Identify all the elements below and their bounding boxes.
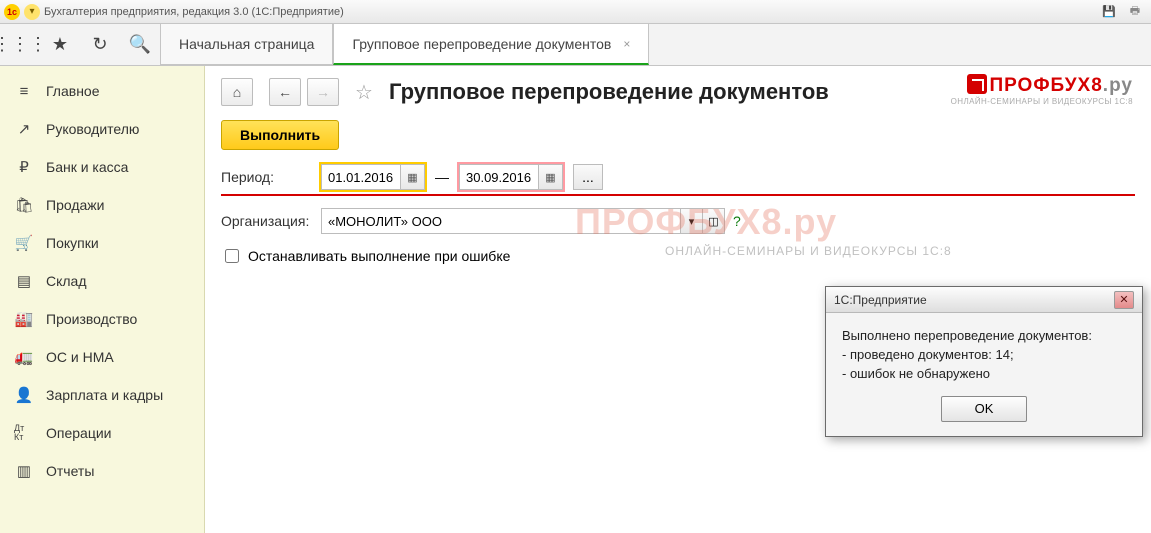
factory-icon: 🏭	[14, 310, 34, 328]
person-icon: 👤	[14, 386, 34, 404]
report-icon: ▥	[14, 462, 34, 480]
window-titlebar: 1c ▾ Бухгалтерия предприятия, редакция 3…	[0, 0, 1151, 24]
forward-button[interactable]: →	[307, 78, 339, 106]
organization-input[interactable]	[321, 208, 681, 234]
back-button[interactable]: ←	[269, 78, 301, 106]
logo-subtitle: ОНЛАЙН-СЕМИНАРЫ И ВИДЕОКУРСЫ 1С:8	[951, 97, 1133, 106]
sidebar-item-label: Покупки	[46, 235, 99, 251]
stop-on-error-label: Останавливать выполнение при ошибке	[248, 248, 510, 264]
sidebar-item-label: Операции	[46, 425, 112, 441]
sidebar-item-label: Зарплата и кадры	[46, 387, 163, 403]
dialog-titlebar[interactable]: 1С:Предприятие ✕	[826, 287, 1142, 313]
sidebar-item-label: Продажи	[46, 197, 104, 213]
stop-on-error-checkbox[interactable]	[225, 249, 239, 263]
execute-button[interactable]: Выполнить	[221, 120, 339, 150]
logo-text-red: ПРОФБУХ8	[989, 75, 1102, 96]
sidebar-item-warehouse[interactable]: ▤ Склад	[0, 262, 204, 300]
sidebar: ≡ Главное ↗ Руководителю ₽ Банк и касса 🛍 Пр…	[0, 66, 205, 533]
menu-icon: ≡	[14, 83, 34, 100]
sidebar-item-label: Руководителю	[46, 121, 139, 137]
org-dropdown-button[interactable]: ▾	[681, 208, 703, 234]
tab-label: Начальная страница	[179, 36, 314, 52]
help-icon[interactable]: ?	[733, 213, 741, 229]
sidebar-item-label: Отчеты	[46, 463, 94, 479]
calendar-from-button[interactable]: ▦	[401, 164, 425, 190]
dtkt-icon: Дт Кт	[14, 424, 34, 442]
sidebar-item-label: Производство	[46, 311, 137, 327]
logo-text-gray: .ру	[1103, 75, 1133, 96]
top-toolbar: ⋮⋮⋮ ★ ↻ 🔍 Начальная страница Групповое п…	[0, 24, 1151, 66]
dialog-line3: - ошибок не обнаружено	[842, 365, 1126, 384]
bag-icon: 🛍	[14, 196, 34, 214]
sidebar-item-production[interactable]: 🏭 Производство	[0, 300, 204, 338]
sidebar-item-bank[interactable]: ₽ Банк и касса	[0, 148, 204, 186]
app-icon-1c: 1c	[4, 4, 20, 20]
boxes-icon: ▤	[14, 272, 34, 290]
calendar-to-button[interactable]: ▦	[539, 164, 563, 190]
dialog-title-text: 1С:Предприятие	[834, 293, 927, 307]
apps-grid-icon[interactable]: ⋮⋮⋮	[0, 24, 40, 65]
sidebar-item-label: Банк и касса	[46, 159, 128, 175]
org-label: Организация:	[221, 213, 321, 229]
content-area: ⌂ ← → ☆ Групповое перепроведение докумен…	[205, 66, 1151, 533]
period-label: Период:	[221, 169, 321, 185]
dialog-line1: Выполнено перепроведение документов:	[842, 327, 1126, 346]
cart-icon: 🛒	[14, 234, 34, 252]
sidebar-item-label: Склад	[46, 273, 87, 289]
sidebar-item-main[interactable]: ≡ Главное	[0, 72, 204, 110]
logo-icon	[967, 74, 987, 94]
sidebar-item-label: ОС и НМА	[46, 349, 114, 365]
sidebar-item-reports[interactable]: ▥ Отчеты	[0, 452, 204, 490]
home-button[interactable]: ⌂	[221, 78, 253, 106]
favorite-star-icon[interactable]: ★	[40, 24, 80, 65]
favorite-star-icon[interactable]: ☆	[355, 80, 373, 105]
date-to-input[interactable]	[459, 164, 539, 190]
tab-label: Групповое перепроведение документов	[352, 36, 611, 52]
execute-button-label: Выполнить	[240, 127, 320, 143]
sidebar-item-purchases[interactable]: 🛒 Покупки	[0, 224, 204, 262]
date-from-input[interactable]	[321, 164, 401, 190]
dialog-close-button[interactable]: ✕	[1114, 291, 1134, 309]
sidebar-item-label: Главное	[46, 83, 100, 99]
period-select-button[interactable]: ...	[573, 164, 603, 190]
tab-group-repost[interactable]: Групповое перепроведение документов ×	[333, 24, 649, 65]
dialog-body: Выполнено перепроведение документов: - п…	[826, 313, 1142, 388]
page-title: Групповое перепроведение документов	[389, 79, 829, 105]
sidebar-item-operations[interactable]: Дт Кт Операции	[0, 414, 204, 452]
dialog-ok-button[interactable]: OK	[941, 396, 1027, 422]
window-title: Бухгалтерия предприятия, редакция 3.0 (1…	[44, 6, 344, 18]
logo: ПРОФБУХ8.ру ОНЛАЙН-СЕМИНАРЫ И ВИДЕОКУРСЫ…	[951, 74, 1133, 106]
dialog-line2: - проведено документов: 14;	[842, 346, 1126, 365]
search-icon[interactable]: 🔍	[120, 24, 160, 65]
org-open-button[interactable]: ◫	[703, 208, 725, 234]
dropdown-icon[interactable]: ▾	[24, 4, 40, 20]
sidebar-item-sales[interactable]: 🛍 Продажи	[0, 186, 204, 224]
period-dash: —	[435, 169, 449, 185]
sidebar-item-assets[interactable]: 🚛 ОС и НМА	[0, 338, 204, 376]
close-icon[interactable]: ×	[623, 37, 630, 51]
tab-home[interactable]: Начальная страница	[160, 24, 333, 65]
truck-icon: 🚛	[14, 348, 34, 366]
message-dialog: 1С:Предприятие ✕ Выполнено перепроведени…	[825, 286, 1143, 437]
sidebar-item-manager[interactable]: ↗ Руководителю	[0, 110, 204, 148]
history-icon[interactable]: ↻	[80, 24, 120, 65]
sidebar-item-hr[interactable]: 👤 Зарплата и кадры	[0, 376, 204, 414]
print-icon[interactable]: 🖶	[1127, 4, 1143, 20]
chart-icon: ↗	[14, 120, 34, 138]
save-icon[interactable]: 💾	[1101, 4, 1117, 20]
ruble-icon: ₽	[14, 158, 34, 176]
